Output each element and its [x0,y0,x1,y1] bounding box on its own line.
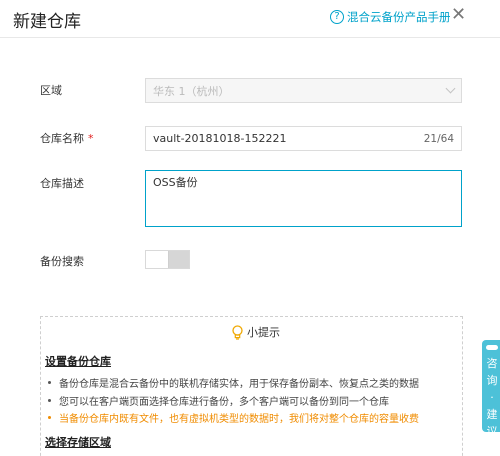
vault-name-input[interactable]: vault-20181018-152221 21/64 [145,126,462,151]
bullet-dot [48,416,51,419]
toggle-knob [168,251,189,268]
tip-text: 备份仓库是混合云备份中的联机存储实体，用于保存备份副本、恢复点之类的数据 [59,379,419,390]
question-circle-icon: ? [330,10,344,24]
region-value: 华东 1（杭州） [153,84,230,98]
tip-item-warning: 当备份仓库内既有文件，也有虚拟机类型的数据时，我们将对整个仓库的容量收费 [48,410,419,425]
consult-char: 议 [486,425,498,438]
vault-name-label: 仓库名称 * [40,130,94,146]
consult-feedback-tab[interactable]: 咨 询 · 建 议 [482,340,500,438]
consult-pill-icon [486,345,498,350]
backup-search-toggle[interactable] [145,250,190,269]
tips-title: 小提示 [247,326,280,339]
char-counter: 21/64 [423,132,454,145]
consult-label: 咨 询 · 建 议 [485,355,499,440]
required-mark: * [88,132,94,145]
product-manual-label: 混合云备份产品手册 [347,10,451,24]
vault-name-label-text: 仓库名称 [40,132,84,145]
tip-item: 备份仓库是混合云备份中的联机存储实体，用于保存备份副本、恢复点之类的数据 [48,375,419,390]
backup-search-label: 备份搜索 [40,255,84,268]
close-icon[interactable]: ✕ [451,6,466,24]
bullet-dot [48,381,51,384]
consult-char: 询 [486,374,498,387]
lightbulb-icon [232,324,243,340]
section-title-vault: 设置备份仓库 [45,355,111,368]
region-select: 华东 1（杭州） [145,78,462,103]
dialog-header: 新建仓库 ? 混合云备份产品手册 ✕ [0,0,500,38]
bullet-dot [48,399,51,402]
consult-char: · [490,391,494,404]
product-manual-link[interactable]: ? 混合云备份产品手册 [330,9,451,25]
description-textarea[interactable]: OSS备份 [145,170,462,227]
consult-char: 建 [486,408,498,421]
chevron-down-icon [445,83,456,94]
tip-text: 您可以在客户端页面选择仓库进行备份，多个客户端可以备份到同一个仓库 [59,397,389,408]
section-title-region: 选择存储区域 [45,436,111,449]
consult-char: 咨 [486,357,498,370]
tips-panel: 小提示 设置备份仓库 备份仓库是混合云备份中的联机存储实体，用于保存备份副本、恢… [40,316,463,456]
description-value: OSS备份 [153,176,198,189]
tip-text: 当备份仓库内既有文件，也有虚拟机类型的数据时，我们将对整个仓库的容量收费 [59,414,419,425]
tip-item: 您可以在客户端页面选择仓库进行备份，多个客户端可以备份到同一个仓库 [48,393,389,408]
description-label: 仓库描述 [40,177,84,190]
tips-header: 小提示 [231,324,280,340]
dialog-title: 新建仓库 [13,12,81,32]
vault-name-value: vault-20181018-152221 [153,132,287,145]
region-label: 区域 [40,84,62,97]
